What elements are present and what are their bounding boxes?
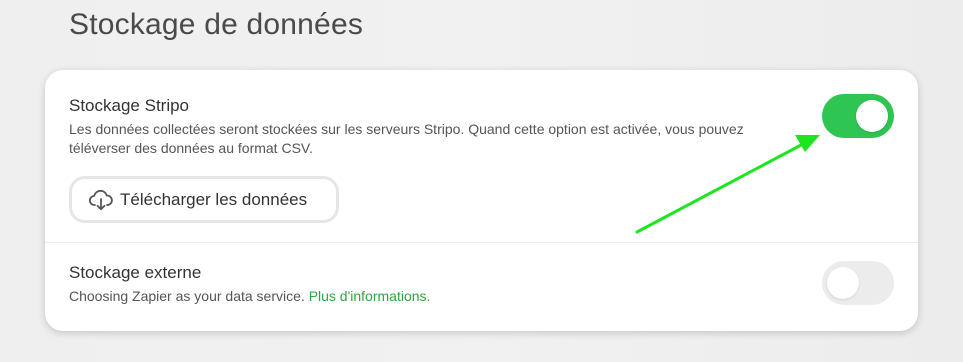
download-button-label: Télécharger les données xyxy=(120,189,308,209)
download-data-button[interactable]: Télécharger les données xyxy=(69,176,339,223)
more-info-link[interactable]: Plus d'informations. xyxy=(309,288,431,304)
stripo-storage-description: Les données collectées seront stockées s… xyxy=(69,121,744,156)
section-title: Stockage de données xyxy=(69,8,364,41)
external-storage-description-text: Choosing Zapier as your data service. xyxy=(69,288,305,304)
external-storage-title: Stockage externe xyxy=(69,263,202,282)
stripo-storage-toggle[interactable] xyxy=(822,94,894,138)
external-storage-description: Choosing Zapier as your data service. Pl… xyxy=(69,287,430,306)
external-storage-toggle[interactable] xyxy=(822,261,894,305)
cloud-download-icon xyxy=(88,187,114,213)
row-divider xyxy=(45,242,918,243)
data-storage-page: Stockage de données Stockage Stripo Les … xyxy=(0,0,963,362)
storage-settings-card: Stockage Stripo Les données collectées s… xyxy=(45,70,918,331)
toggle-knob xyxy=(856,100,888,132)
toggle-knob xyxy=(827,267,859,299)
stripo-storage-title: Stockage Stripo xyxy=(69,96,190,115)
